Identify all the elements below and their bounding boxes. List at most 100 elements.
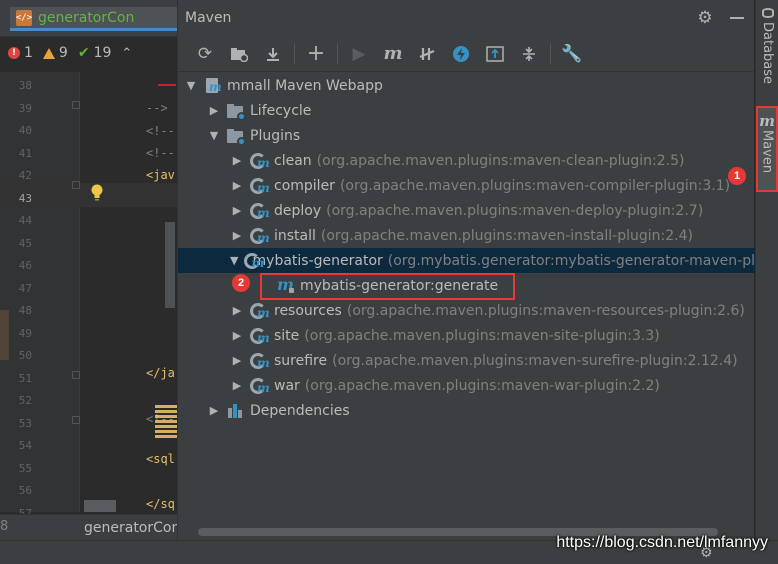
- chevron-right-icon[interactable]: ▶: [230, 379, 244, 393]
- line-number: 52: [18, 394, 32, 407]
- database-tab[interactable]: Database: [756, 8, 778, 94]
- tree-plugin-clean[interactable]: ▶ m clean (org.apache.maven.plugins:mave…: [178, 148, 755, 173]
- plugin-name: deploy: [274, 202, 322, 219]
- maven-plugin-icon: m: [250, 177, 270, 195]
- minimize-icon[interactable]: [730, 17, 744, 19]
- plugin-coordinates: (org.apache.maven.plugins:maven-site-plu…: [304, 327, 660, 344]
- maven-project-icon: m: [204, 77, 222, 95]
- inspection-widget[interactable]: ! 1 9 ✔ 19 ⌃: [0, 40, 177, 66]
- breadcrumb-label[interactable]: generatorCon: [84, 520, 177, 536]
- tree-root-project[interactable]: ▼ m mmall Maven Webapp: [178, 73, 755, 98]
- download-icon[interactable]: [256, 39, 290, 69]
- line-number: 53: [18, 416, 32, 430]
- weak-warning-count: 19: [93, 45, 112, 61]
- lightbulb-icon[interactable]: [90, 184, 104, 202]
- chevron-right-icon[interactable]: ▶: [230, 154, 244, 168]
- tree-plugin-deploy[interactable]: ▶ m deploy (org.apache.maven.plugins:mav…: [178, 198, 755, 223]
- line-count-indicator: 8: [0, 519, 9, 534]
- maven-header: Maven ⚙: [178, 0, 754, 36]
- tree-plugin-compiler[interactable]: ▶ m compiler (org.apache.maven.plugins:m…: [178, 173, 755, 198]
- maven-plugin-icon: m: [244, 252, 264, 270]
- code-fragment: -->: [146, 101, 168, 115]
- editor-tab[interactable]: </> generatorCon: [10, 7, 177, 31]
- line-number: 54: [18, 439, 32, 452]
- skip-tests-icon[interactable]: [410, 39, 444, 69]
- tree-plugin-mybatis-generator[interactable]: ▼ m mybatis-generator (org.mybatis.gener…: [178, 248, 755, 273]
- editor-horizontal-scrollbar[interactable]: [84, 500, 116, 512]
- plugins-label: Plugins: [250, 127, 301, 144]
- maven-tool-window: Maven ⚙ ⟳ + ▶ m 🔧 ▼ m mmall Maven Webapp…: [177, 0, 755, 540]
- previous-highlight-icon[interactable]: ⌃: [121, 46, 132, 61]
- warning-icon: [42, 47, 55, 59]
- maven-tab[interactable]: m Maven: [756, 106, 778, 192]
- tree-node-lifecycle[interactable]: ▶ Lifecycle: [178, 98, 755, 123]
- chevron-right-icon[interactable]: ▶: [207, 104, 221, 118]
- fold-marker-icon[interactable]: [72, 416, 80, 424]
- chevron-right-icon[interactable]: ▶: [230, 304, 244, 318]
- maven-plugin-icon: m: [250, 327, 270, 345]
- tree-plugin-install[interactable]: ▶ m install (org.apache.maven.plugins:ma…: [178, 223, 755, 248]
- folder-sync-icon[interactable]: [222, 39, 256, 69]
- error-count: 1: [24, 45, 33, 61]
- add-icon[interactable]: +: [299, 39, 333, 69]
- editor-tab-bar: </> generatorCon: [0, 0, 177, 37]
- maven-plugin-icon: m: [250, 302, 270, 320]
- tree-plugin-resources[interactable]: ▶ m resources (org.apache.maven.plugins:…: [178, 298, 755, 323]
- gear-icon[interactable]: ⚙: [696, 9, 714, 27]
- lifecycle-folder-icon: [227, 103, 246, 121]
- fold-marker-icon[interactable]: [72, 371, 80, 379]
- maven-plugin-icon: m: [250, 152, 270, 170]
- code-fragment: </sq: [146, 497, 175, 511]
- chevron-right-icon[interactable]: ▶: [230, 354, 244, 368]
- code-fold-highlight: [155, 405, 177, 439]
- chevron-down-icon[interactable]: ▼: [184, 79, 198, 93]
- error-stripe: [158, 84, 176, 86]
- chevron-right-icon[interactable]: ▶: [207, 404, 221, 418]
- line-number: 55: [18, 461, 32, 475]
- plugin-name: site: [274, 327, 300, 344]
- wrench-icon[interactable]: 🔧: [555, 39, 589, 69]
- tree-node-plugins[interactable]: ▼ Plugins: [178, 123, 755, 148]
- right-tool-strip: Database m Maven: [755, 0, 778, 540]
- tree-plugin-surefire[interactable]: ▶ m surefire (org.apache.maven.plugins:m…: [178, 348, 755, 373]
- offline-icon[interactable]: [444, 39, 478, 69]
- line-number: 39: [18, 101, 32, 115]
- maven-goal-icon[interactable]: m: [376, 39, 410, 69]
- fold-marker-icon[interactable]: [72, 181, 80, 189]
- chevron-right-icon[interactable]: ▶: [230, 204, 244, 218]
- toolbar-separator: [550, 43, 551, 64]
- line-number: 47: [18, 281, 32, 295]
- run-icon[interactable]: ▶: [342, 39, 376, 69]
- tree-node-dependencies[interactable]: ▶ Dependencies: [178, 398, 755, 423]
- tree-plugin-war[interactable]: ▶ m war (org.apache.maven.plugins:maven-…: [178, 373, 755, 398]
- fold-marker-icon[interactable]: [72, 101, 80, 109]
- maven-icon: m: [759, 112, 775, 130]
- weak-warning-icon: ✔: [77, 45, 90, 61]
- chevron-right-icon[interactable]: ▶: [230, 229, 244, 243]
- plugin-coordinates: (org.apache.maven.plugins:maven-deploy-p…: [326, 202, 704, 219]
- collapse-all-icon[interactable]: [512, 39, 546, 69]
- editor-breadcrumb-bar: 8 generatorCon: [0, 514, 177, 540]
- tree-plugin-site[interactable]: ▶ m site (org.apache.maven.plugins:maven…: [178, 323, 755, 348]
- chevron-down-icon[interactable]: ▼: [207, 129, 221, 143]
- chevron-right-icon[interactable]: ▶: [230, 329, 244, 343]
- editor-tab-label: generatorCon: [38, 9, 135, 26]
- maven-title: Maven: [185, 10, 232, 26]
- chevron-down-icon[interactable]: ▼: [230, 254, 238, 268]
- reload-icon[interactable]: ⟳: [188, 39, 222, 69]
- show-deps-icon[interactable]: [478, 39, 512, 69]
- editor-vertical-scrollbar[interactable]: [165, 222, 175, 308]
- code-fragment: <sql: [146, 452, 175, 466]
- maven-plugin-icon: m: [250, 202, 270, 220]
- warning-count: 9: [58, 45, 68, 61]
- code-fragment: <!--: [146, 146, 175, 160]
- line-number: 41: [18, 146, 32, 160]
- plugin-name: resources: [274, 302, 342, 319]
- maven-plugin-icon: m: [250, 377, 270, 395]
- error-icon: !: [8, 47, 20, 59]
- plugin-coordinates: (org.mybatis.generator:mybatis-generator…: [387, 252, 755, 269]
- plugin-name: surefire: [274, 352, 328, 369]
- plugin-name: compiler: [274, 177, 335, 194]
- chevron-right-icon[interactable]: ▶: [230, 179, 244, 193]
- watermark: https://blog.csdn.net/lmfannyy: [556, 534, 768, 551]
